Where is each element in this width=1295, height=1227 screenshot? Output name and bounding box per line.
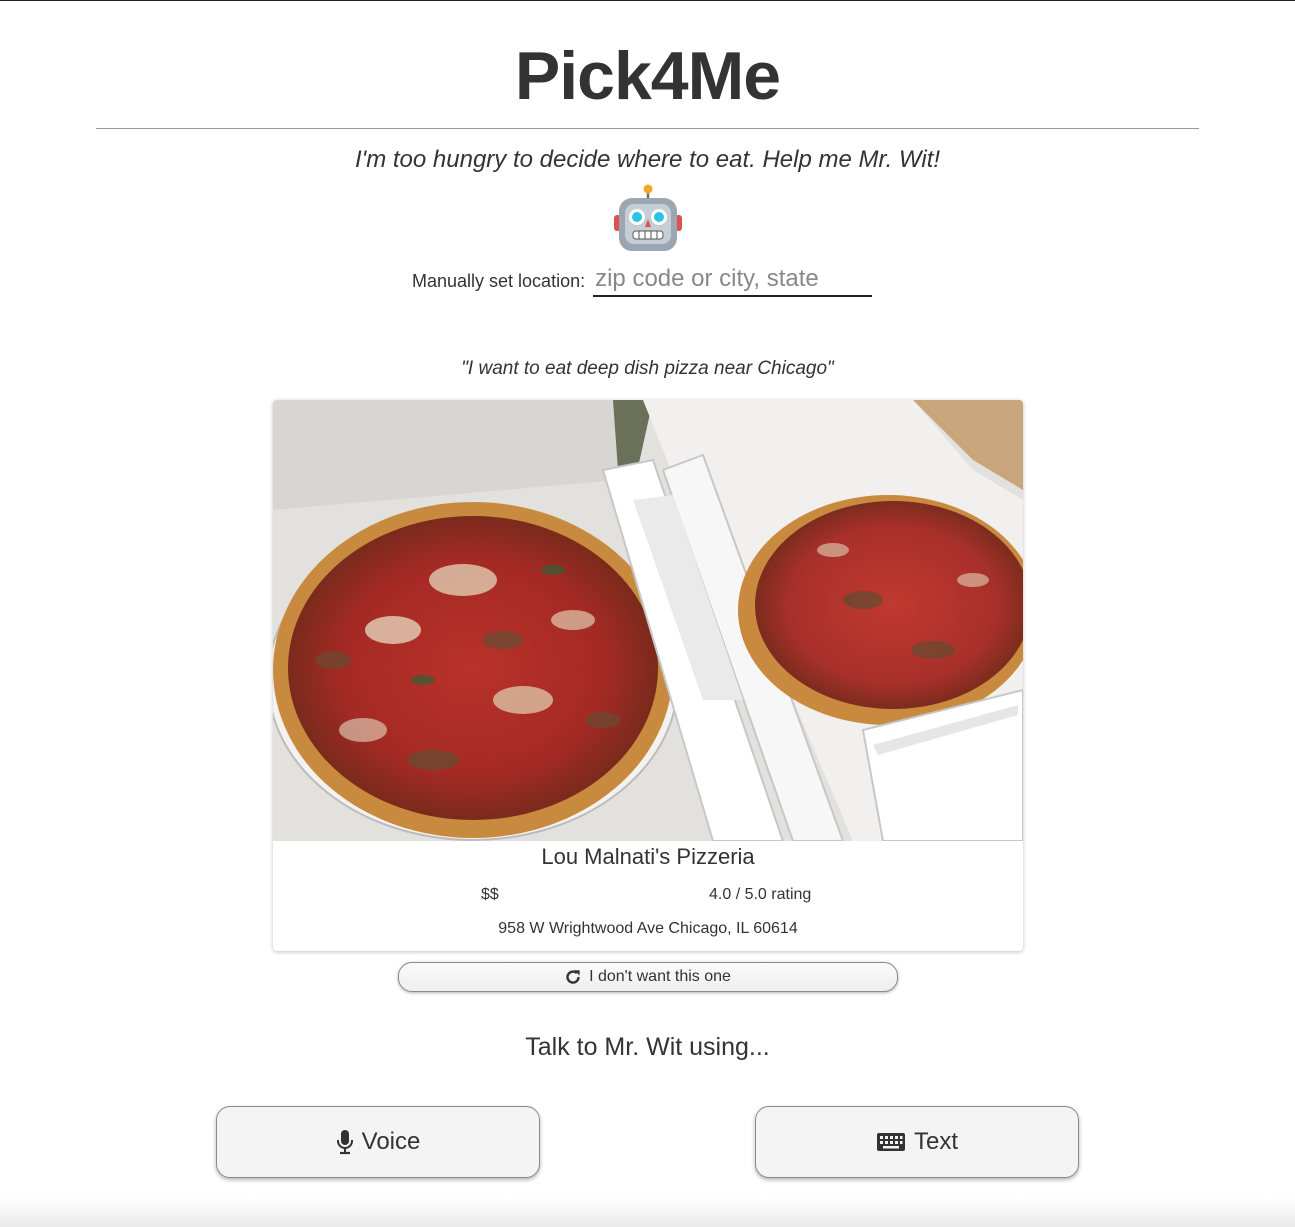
deep-dish-pizza-photo — [273, 400, 1023, 841]
header-divider — [96, 128, 1199, 129]
query-text: "I want to eat deep dish pizza near Chic… — [461, 358, 834, 379]
restaurant-card: Lou Malnati's Pizzeria $$ 4.0 / 5.0 rati… — [273, 400, 1023, 951]
refresh-icon — [566, 970, 580, 984]
talk-prompt: Talk to Mr. Wit using... — [525, 1033, 770, 1061]
restaurant-name: Lou Malnati's Pizzeria — [541, 844, 755, 869]
keyboard-icon — [876, 1133, 905, 1151]
robot-icon — [614, 184, 682, 251]
microphone-icon — [336, 1130, 353, 1155]
reject-button[interactable]: I don't want this one — [398, 962, 898, 992]
text-button[interactable]: Text — [755, 1106, 1079, 1178]
rating-text: 4.0 / 5.0 rating — [709, 886, 812, 903]
page-title: Pick4Me — [514, 38, 781, 114]
location-input[interactable] — [593, 263, 873, 297]
restaurant-address: 958 W Wrightwood Ave Chicago, IL 60614 — [498, 920, 798, 937]
reject-button-label: I don't want this one — [589, 968, 731, 985]
price-level: $$ — [481, 886, 499, 903]
voice-button-label: Voice — [361, 1128, 421, 1155]
voice-button[interactable]: Voice — [216, 1106, 540, 1178]
text-button-label: Text — [913, 1128, 958, 1155]
page-subtitle: I'm too hungry to decide where to eat. H… — [354, 146, 941, 173]
bottom-fade — [0, 1197, 1295, 1227]
location-row: Manually set location: — [412, 263, 873, 297]
location-label: Manually set location: — [412, 271, 586, 291]
